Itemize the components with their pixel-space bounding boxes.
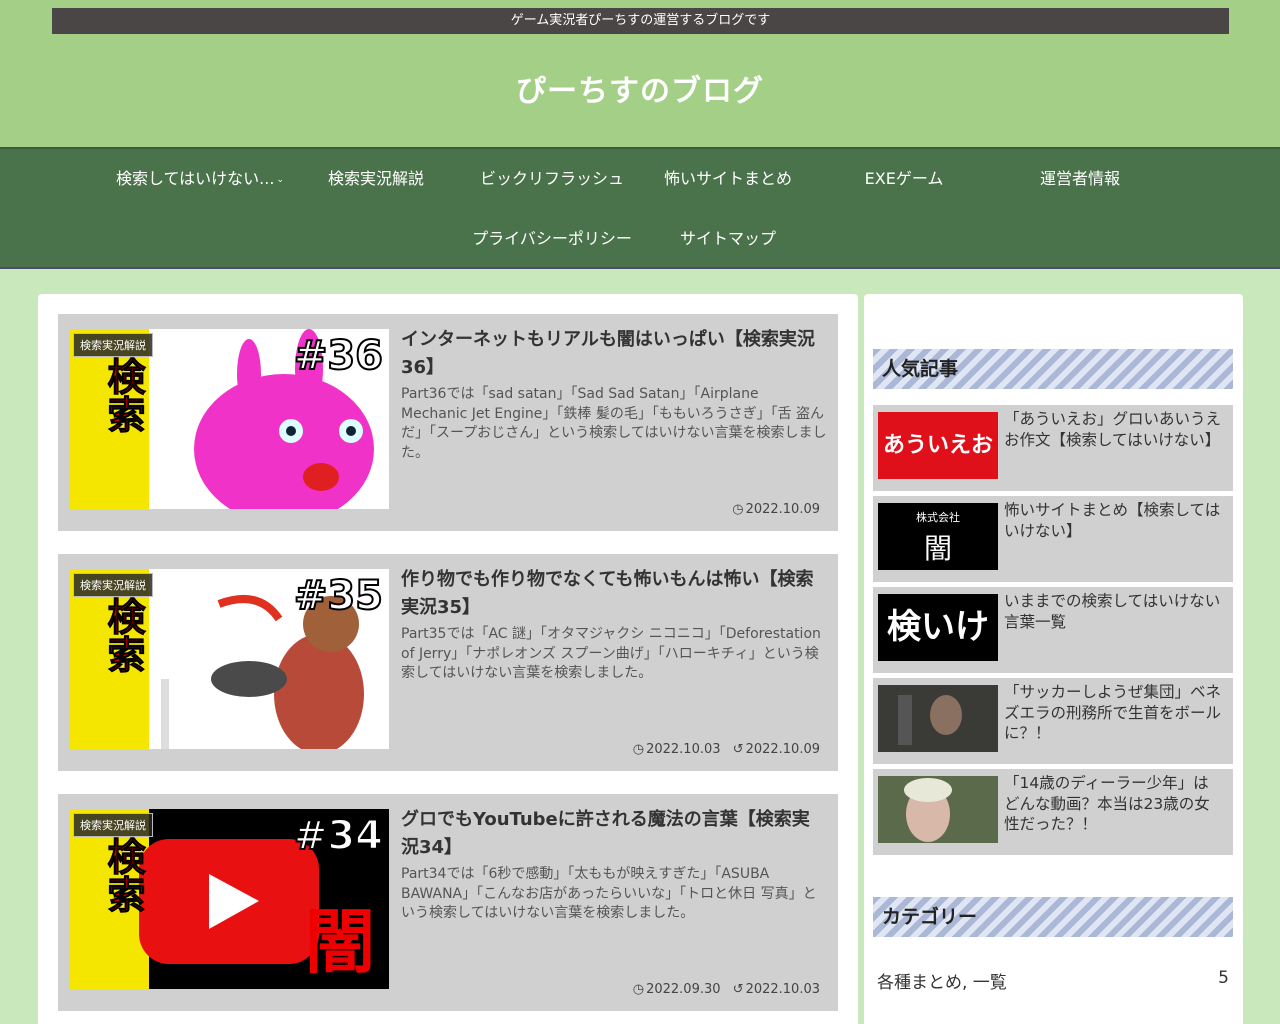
nav-item-about[interactable]: 運営者情報	[992, 169, 1168, 189]
site-tagline: ゲーム実況者ぴーちすの運営するブログです	[52, 8, 1229, 34]
popular-post-thumbnail[interactable]: 株式会社 闇	[878, 503, 998, 570]
thumbnail-text: あういえお	[882, 433, 993, 458]
popular-post-title[interactable]: 「14歳のディーラー少年」はどんな動画？本当は23歳の女性だった？！	[1004, 773, 1224, 835]
post-thumbnail[interactable]: 検索実況解説 検索 #34 闇	[69, 809, 389, 989]
nav-item-sitemap[interactable]: サイトマップ	[640, 229, 816, 249]
sidebar: 人気記事 あういえお 「あういえお」グロいあいうえお作文【検索してはいけない】 …	[864, 294, 1243, 1024]
post-updated-date: 2022.10.03	[745, 982, 820, 997]
post-dates: ◷ 2022.10.09	[724, 502, 820, 517]
clock-icon: ◷	[732, 502, 744, 517]
nav-item-exe-games[interactable]: EXEゲーム	[816, 169, 992, 189]
post-snippet: Part36では「sad satan」「Sad Sad Satan」「Airpl…	[401, 386, 827, 461]
thumbnail-number: #35	[293, 572, 384, 620]
thumbnail-text: 検いけ	[887, 607, 989, 647]
nav-item-bikkuri-flash[interactable]: ビックリフラッシュ	[464, 169, 640, 189]
category-label: 検索実況解説	[73, 813, 153, 837]
post-title[interactable]: グロでもYouTubeに許される魔法の言葉【検索実況34】	[401, 806, 826, 862]
post-snippet: Part34では「6秒で感動」「太ももが映えすぎた」「ASUBA BAWANA」…	[401, 866, 817, 921]
post-published-date: 2022.09.30	[646, 982, 721, 997]
thumbnail-image	[878, 685, 998, 752]
nav-item-search-dont[interactable]: 検索してはいけない... ⌄	[112, 169, 288, 190]
post-published-date: 2022.10.09	[745, 502, 820, 517]
widget-title: カテゴリー	[882, 906, 978, 928]
clock-icon: ◷	[632, 742, 645, 757]
site-header: ゲーム実況者ぴーちすの運営するブログです ぴーちすのブログ	[0, 0, 1280, 147]
post-title[interactable]: 作り物でも作り物でなくても怖いもんは怖い【検索実況35】	[401, 566, 826, 622]
popular-post-item[interactable]: 検いけ いままでの検索してはいけない言葉一覧	[873, 587, 1233, 673]
main-content: 検索実況解説 検索 #36 インターネットもリアルも闇はいっぱい【検索実況36】…	[38, 294, 858, 1024]
post-card[interactable]: 検索実況解説 検索 #34 闇 グロでもYouTubeに許される魔法の言葉【検索…	[58, 794, 838, 1011]
popular-post-thumbnail[interactable]	[878, 776, 998, 843]
popular-post-item[interactable]: 「サッカーしようぜ集団」ベネズエラの刑務所で生首をボールに？！	[873, 678, 1233, 764]
post-updated-date: 2022.10.09	[745, 742, 820, 757]
update-icon: ↺	[732, 742, 744, 757]
nav-item-scary-sites[interactable]: 怖いサイトまとめ	[640, 169, 816, 189]
thumbnail-text: 闇	[923, 532, 952, 565]
chevron-down-icon: ⌄	[276, 174, 284, 185]
category-item[interactable]: 各種まとめ, 一覧 5	[877, 968, 1229, 993]
site-title[interactable]: ぴーちすのブログ	[0, 66, 1280, 110]
post-snippet: Part35では「AC 謎」「オタマジャクシ ニコニコ」「Deforestati…	[401, 626, 821, 681]
popular-post-item[interactable]: あういえお 「あういえお」グロいあいうえお作文【検索してはいけない】	[873, 405, 1233, 491]
popular-post-thumbnail[interactable]: あういえお	[878, 412, 998, 479]
widget-title: 人気記事	[882, 358, 959, 380]
nav-item-privacy[interactable]: プライバシーポリシー	[464, 229, 640, 249]
update-icon: ↺	[732, 982, 744, 997]
category-label: 検索実況解説	[73, 333, 153, 357]
nav-item-label: 検索してはいけない...	[115, 169, 275, 188]
post-dates: ◷ 2022.10.03 ↺ 2022.10.09	[625, 742, 820, 757]
category-label: 検索実況解説	[73, 573, 153, 597]
popular-post-title[interactable]: 「サッカーしようぜ集団」ベネズエラの刑務所で生首をボールに？！	[1004, 682, 1224, 744]
popular-post-item[interactable]: 株式会社 闇 怖いサイトまとめ【検索してはいけない】	[873, 496, 1233, 582]
popular-post-title[interactable]: 怖いサイトまとめ【検索してはいけない】	[1004, 500, 1224, 541]
thumbnail-kanji: 闇	[305, 901, 375, 983]
thumbnail-text: 株式会社	[916, 511, 960, 524]
clock-icon: ◷	[632, 982, 645, 997]
popular-post-title[interactable]: いままでの検索してはいけない言葉一覧	[1004, 591, 1224, 632]
popular-post-thumbnail[interactable]: 検いけ	[878, 594, 998, 661]
thumbnail-text-kensaku: 検索	[101, 357, 146, 434]
post-thumbnail[interactable]: 検索実況解説 検索 #35	[69, 569, 389, 749]
thumbnail-text-kensaku: 検索	[101, 837, 146, 914]
popular-post-title[interactable]: 「あういえお」グロいあいうえお作文【検索してはいけない】	[1004, 409, 1224, 450]
thumbnail-number: #36	[293, 332, 384, 380]
post-dates: ◷ 2022.09.30 ↺ 2022.10.03	[625, 982, 820, 997]
popular-posts-heading: 人気記事	[873, 349, 1233, 389]
thumbnail-number: #34	[293, 812, 384, 860]
post-thumbnail[interactable]: 検索実況解説 検索 #36	[69, 329, 389, 509]
category-heading: カテゴリー	[873, 897, 1233, 937]
popular-post-thumbnail[interactable]	[878, 685, 998, 752]
thumbnail-image	[878, 776, 998, 843]
thumbnail-text-kensaku: 検索	[101, 597, 146, 674]
popular-post-item[interactable]: 「14歳のディーラー少年」はどんな動画？本当は23歳の女性だった？！	[873, 769, 1233, 855]
post-published-date: 2022.10.03	[646, 742, 721, 757]
post-card[interactable]: 検索実況解説 検索 #35 作り物でも作り物でなくても怖いもんは怖い【検索実況3…	[58, 554, 838, 771]
global-nav: 検索してはいけない... ⌄ 検索実況解説 ビックリフラッシュ 怖いサイトまとめ …	[0, 147, 1280, 269]
nav-item-search-commentary[interactable]: 検索実況解説	[288, 169, 464, 189]
category-name: 各種まとめ, 一覧	[877, 973, 1007, 993]
category-count: 5	[1218, 968, 1229, 988]
post-title[interactable]: インターネットもリアルも闇はいっぱい【検索実況36】	[401, 326, 826, 382]
post-card[interactable]: 検索実況解説 検索 #36 インターネットもリアルも闇はいっぱい【検索実況36】…	[58, 314, 838, 531]
